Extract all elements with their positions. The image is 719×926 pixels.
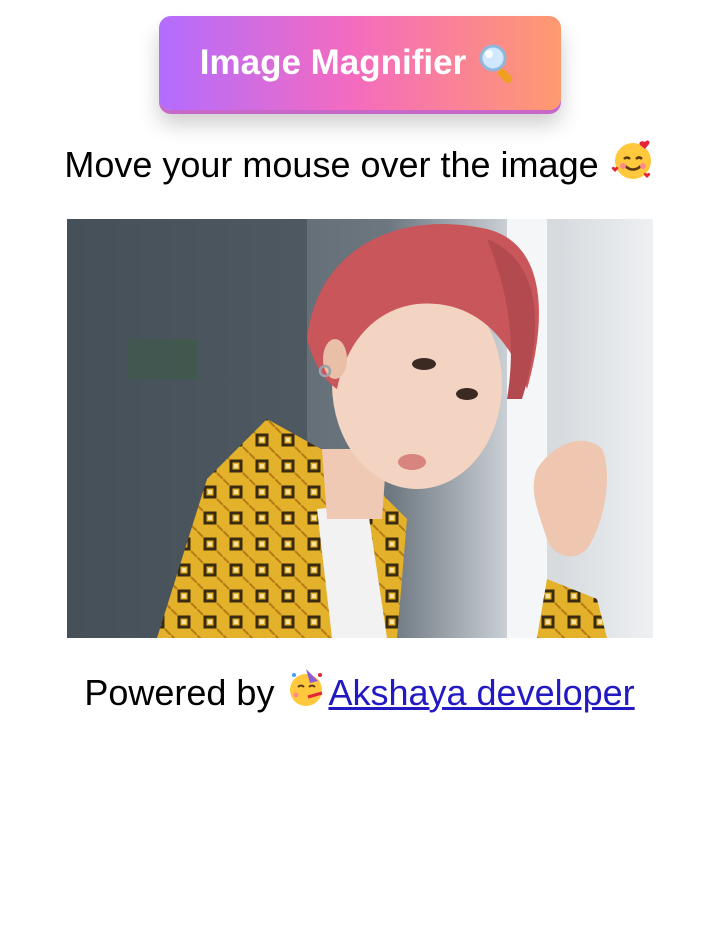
- magnifier-icon: [476, 41, 520, 85]
- footer-credit: Powered by Akshaya developer: [0, 667, 719, 718]
- instruction-label: Move your mouse over the image: [64, 143, 599, 185]
- page: Image Magnifier Move your mouse over the…: [0, 0, 719, 926]
- instruction-text: Move your mouse over the image: [0, 138, 719, 191]
- image-magnifier-title-button[interactable]: Image Magnifier: [159, 16, 561, 110]
- author-link[interactable]: Akshaya developer: [328, 672, 634, 714]
- title-label: Image Magnifier: [199, 43, 467, 82]
- partying-face-icon: [286, 667, 328, 718]
- smiling-face-with-hearts-icon: [611, 138, 655, 191]
- magnifiable-image[interactable]: [67, 219, 653, 638]
- powered-by-label: Powered by: [84, 671, 275, 713]
